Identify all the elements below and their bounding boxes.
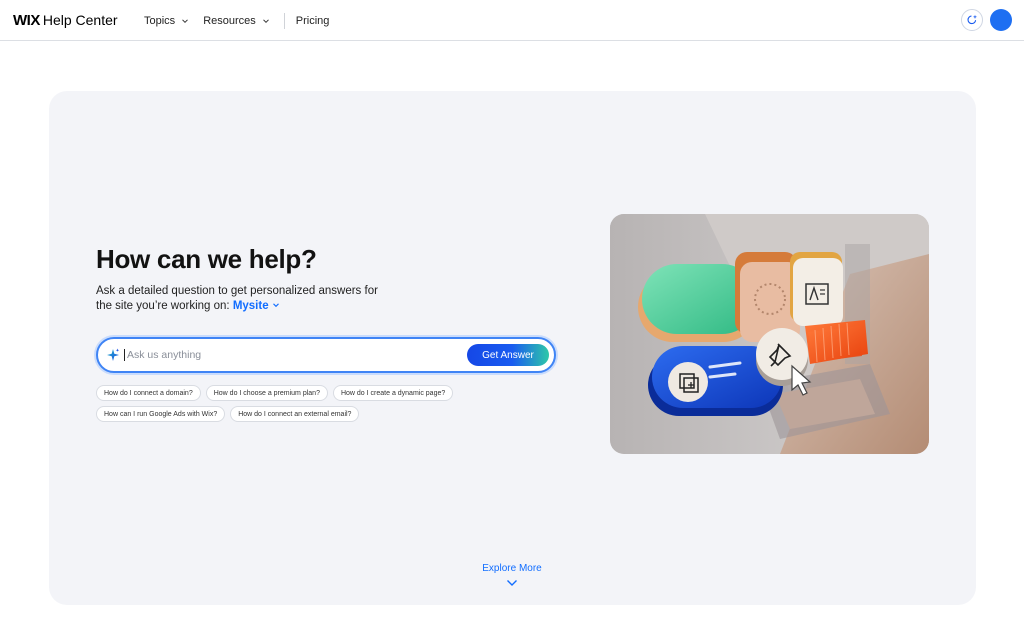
suggestion-chip[interactable]: How can I run Google Ads with Wix?: [96, 406, 226, 422]
ai-sparkle-icon: [107, 348, 120, 361]
wix-help-center-logo[interactable]: WIX Help Center: [13, 12, 118, 29]
suggestion-chip[interactable]: How do I connect a domain?: [96, 385, 201, 401]
logo-text: Help Center: [42, 12, 118, 28]
search-input[interactable]: [124, 349, 464, 361]
suggestion-row: How can I run Google Ads with Wix? How d…: [96, 406, 496, 422]
chevron-down-icon: [262, 18, 269, 23]
header-actions: [961, 9, 1012, 31]
suggestion-row: How do I connect a domain? How do I choo…: [96, 385, 496, 401]
logo-mark: WIX: [13, 12, 40, 29]
nav-resources-label: Resources: [203, 14, 256, 27]
nav-resources[interactable]: Resources: [203, 15, 270, 27]
top-bar: WIX Help Center Topics Resources Pricing: [0, 0, 1024, 41]
chevron-down-icon: [272, 303, 279, 308]
nav-topics[interactable]: Topics: [144, 15, 189, 27]
chevron-down-icon[interactable]: [506, 579, 518, 587]
illustration-graphic: [610, 214, 929, 454]
suggestion-chip[interactable]: How do I create a dynamic page?: [332, 385, 454, 401]
page-title: How can we help?: [96, 244, 317, 274]
hero-illustration: [610, 214, 929, 454]
suggestion-chip[interactable]: How do I connect an external email?: [230, 406, 360, 422]
get-answer-button[interactable]: Get Answer: [467, 344, 549, 366]
hero-subtitle: Ask a detailed question to get personali…: [96, 284, 396, 314]
suggested-questions: How do I connect a domain? How do I choo…: [96, 385, 496, 427]
ai-sparkle-icon: [967, 14, 978, 25]
avatar[interactable]: [990, 9, 1012, 31]
suggestion-chip[interactable]: How do I choose a premium plan?: [205, 385, 328, 401]
nav-topics-label: Topics: [144, 14, 176, 27]
main-nav: Topics Resources Pricing: [144, 0, 343, 41]
nav-pricing-label: Pricing: [295, 14, 330, 27]
chevron-down-icon: [182, 18, 189, 23]
nav-divider: [283, 12, 285, 29]
nav-pricing[interactable]: Pricing: [296, 15, 330, 27]
site-selector[interactable]: Mysite: [233, 300, 280, 312]
explore-more-link[interactable]: Explore More: [462, 563, 562, 574]
search-box: Get Answer: [96, 337, 556, 373]
site-name: Mysite: [232, 300, 269, 312]
ai-assistant-button[interactable]: [961, 9, 983, 31]
